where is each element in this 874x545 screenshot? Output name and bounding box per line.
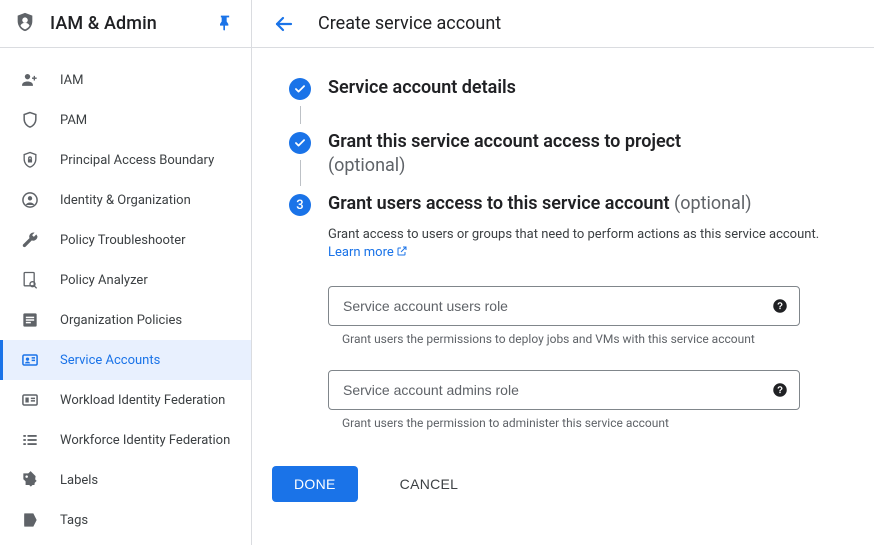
sidebar-item-tags[interactable]: Tags — [0, 500, 251, 540]
sidebar-item-label: Policy Troubleshooter — [60, 233, 186, 248]
shield-lock-icon — [20, 150, 40, 170]
person-add-icon — [20, 70, 40, 90]
sidebar-item-label: PAM — [60, 113, 87, 128]
bookmark-icon — [20, 510, 40, 530]
cancel-button[interactable]: CANCEL — [378, 466, 481, 502]
sidebar-item-label: Workforce Identity Federation — [60, 433, 230, 448]
sidebar-item-workload-identity-federation[interactable]: Workload Identity Federation — [0, 380, 251, 420]
sidebar-item-iam[interactable]: IAM — [0, 60, 251, 100]
pin-icon[interactable] — [215, 14, 235, 34]
service-account-admins-role-input[interactable] — [343, 382, 771, 398]
shield-icon — [20, 110, 40, 130]
tag-icon — [20, 470, 40, 490]
optional-label: (optional) — [674, 193, 751, 214]
sidebar-item-pam[interactable]: PAM — [0, 100, 251, 140]
sidebar-item-label: Principal Access Boundary — [60, 153, 214, 168]
helper-text: Grant users the permission to administer… — [342, 416, 800, 430]
sidebar-item-label: Identity & Organization — [60, 193, 191, 208]
sidebar-item-label: Service Accounts — [60, 353, 160, 368]
step-3-title: Grant users access to this service accou… — [328, 192, 834, 216]
sidebar-item-label: Organization Policies — [60, 313, 182, 328]
id-card-icon — [20, 390, 40, 410]
step-3-description: Grant access to users or groups that nee… — [328, 226, 834, 262]
field-service-account-users-role: Grant users the permissions to deploy jo… — [328, 286, 800, 346]
sidebar-item-workforce-identity-federation[interactable]: Workforce Identity Federation — [0, 420, 251, 460]
help-icon[interactable] — [771, 297, 789, 315]
step-2-title: Grant this service account access to pro… — [328, 130, 834, 178]
sidebar: IAM & Admin IAM PAM Principal Access Bou… — [0, 0, 252, 545]
back-arrow-icon[interactable] — [272, 12, 296, 36]
sidebar-header: IAM & Admin — [0, 0, 251, 48]
main: Create service account Service account d… — [252, 0, 874, 545]
list-box-icon — [20, 310, 40, 330]
step-2[interactable]: Grant this service account access to pro… — [272, 130, 874, 192]
sidebar-title: IAM & Admin — [50, 13, 215, 34]
external-link-icon — [396, 245, 408, 257]
step-connector — [300, 106, 301, 124]
sidebar-item-identity-organization[interactable]: Identity & Organization — [0, 180, 251, 220]
sidebar-item-label: Labels — [60, 473, 98, 488]
action-buttons: DONE CANCEL — [272, 466, 874, 502]
sidebar-nav: IAM PAM Principal Access Boundary Identi… — [0, 48, 251, 540]
list-lines-icon — [20, 430, 40, 450]
badge-icon — [20, 350, 40, 370]
doc-search-icon — [20, 270, 40, 290]
sidebar-item-label: Policy Analyzer — [60, 273, 148, 288]
iam-shield-icon — [14, 11, 36, 37]
stepper: Service account details Grant this servi… — [272, 76, 874, 430]
check-icon — [289, 78, 311, 100]
step-number-badge: 3 — [289, 194, 311, 216]
field-service-account-admins-role: Grant users the permission to administer… — [328, 370, 800, 430]
sidebar-item-policy-analyzer[interactable]: Policy Analyzer — [0, 260, 251, 300]
person-circle-icon — [20, 190, 40, 210]
topbar: Create service account — [252, 0, 874, 48]
step-1-title: Service account details — [328, 76, 834, 100]
helper-text: Grant users the permissions to deploy jo… — [342, 332, 800, 346]
page-title: Create service account — [318, 13, 501, 34]
sidebar-item-label: Workload Identity Federation — [60, 393, 225, 408]
sidebar-item-labels[interactable]: Labels — [0, 460, 251, 500]
sidebar-item-organization-policies[interactable]: Organization Policies — [0, 300, 251, 340]
sidebar-item-label: Tags — [60, 513, 88, 528]
wrench-icon — [20, 230, 40, 250]
step-1[interactable]: Service account details — [272, 76, 874, 130]
help-icon[interactable] — [771, 381, 789, 399]
learn-more-link[interactable]: Learn more — [328, 245, 408, 260]
sidebar-item-label: IAM — [60, 73, 83, 88]
sidebar-item-policy-troubleshooter[interactable]: Policy Troubleshooter — [0, 220, 251, 260]
optional-label: (optional) — [328, 154, 834, 178]
sidebar-item-principal-access-boundary[interactable]: Principal Access Boundary — [0, 140, 251, 180]
step-connector — [300, 160, 301, 186]
check-icon — [289, 132, 311, 154]
content: Service account details Grant this servi… — [252, 48, 874, 530]
service-account-users-role-input[interactable] — [343, 298, 771, 314]
done-button[interactable]: DONE — [272, 466, 358, 502]
step-3: 3 Grant users access to this service acc… — [272, 192, 874, 430]
sidebar-item-service-accounts[interactable]: Service Accounts — [0, 340, 251, 380]
